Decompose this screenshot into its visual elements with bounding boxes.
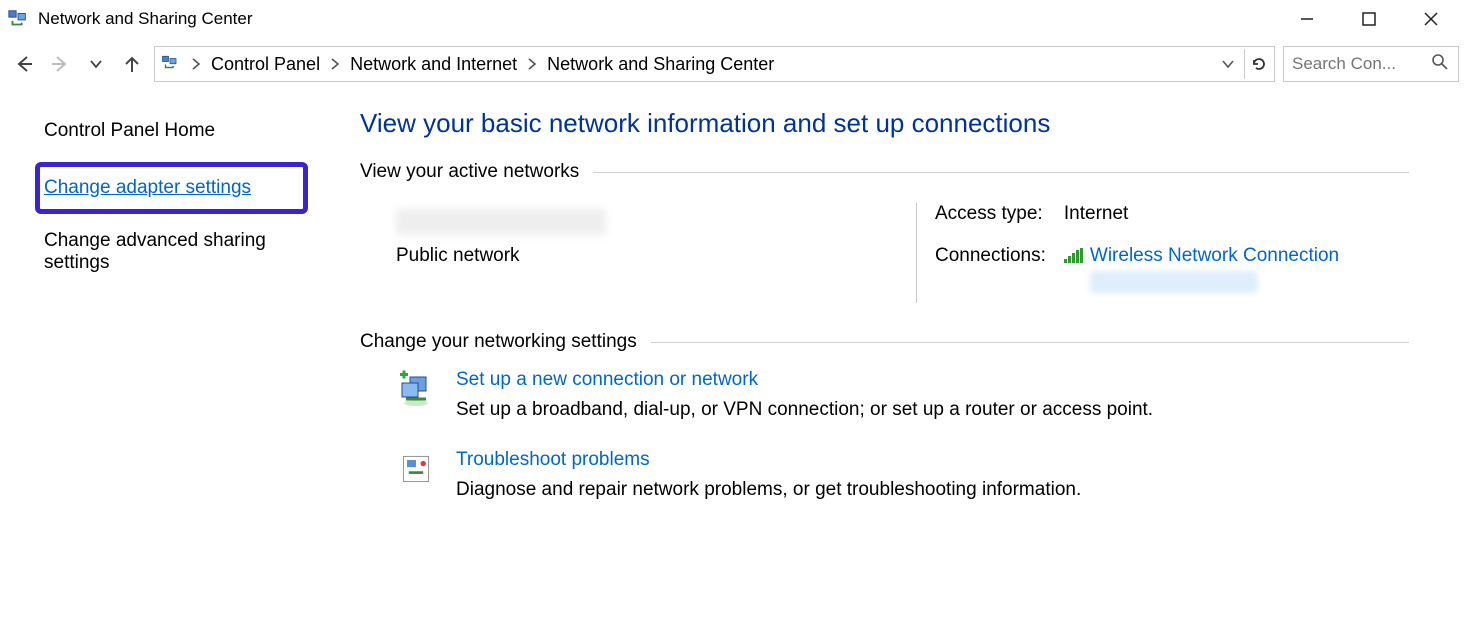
address-bar[interactable]: Control Panel Network and Internet Netwo… — [154, 46, 1275, 82]
access-type-value: Internet — [1064, 203, 1339, 225]
wifi-signal-icon — [1064, 248, 1084, 264]
section-header-active-networks: View your active networks — [360, 161, 1409, 183]
search-box[interactable] — [1283, 46, 1459, 82]
search-icon[interactable] — [1432, 54, 1450, 75]
breadcrumb-label: Control Panel — [205, 52, 326, 77]
back-button[interactable] — [10, 50, 38, 78]
troubleshoot-icon — [396, 449, 436, 489]
troubleshoot-desc: Diagnose and repair network problems, or… — [456, 479, 1081, 501]
setup-connection-link[interactable]: Set up a new connection or network — [456, 369, 1153, 391]
setup-connection-icon — [396, 369, 436, 409]
sidebar: Control Panel Home Change adapter settin… — [0, 108, 360, 529]
section-title: View your active networks — [360, 161, 579, 183]
recent-locations-button[interactable] — [82, 50, 110, 78]
highlight-box: Change adapter settings — [35, 162, 308, 214]
network-type: Public network — [396, 245, 916, 267]
page-heading: View your basic network information and … — [360, 108, 1409, 139]
close-button[interactable] — [1417, 5, 1445, 33]
divider — [593, 172, 1409, 173]
window-controls — [1293, 5, 1463, 33]
connection-detail-redacted — [1090, 271, 1258, 293]
access-type-label: Access type: — [935, 203, 1046, 225]
search-input[interactable] — [1292, 54, 1412, 74]
breadcrumb-separator-icon[interactable] — [326, 57, 344, 71]
minimize-button[interactable] — [1293, 5, 1321, 33]
breadcrumb-label: Network and Internet — [344, 52, 523, 77]
breadcrumb-label: Network and Sharing Center — [541, 52, 780, 77]
breadcrumb-item-network-sharing[interactable]: Network and Sharing Center — [541, 52, 780, 77]
window-titlebar: Network and Sharing Center — [0, 0, 1469, 38]
active-network-panel: Public network Access type: Internet Con… — [360, 199, 1409, 331]
connection-link[interactable]: Wireless Network Connection — [1090, 245, 1339, 267]
divider — [651, 342, 1409, 343]
breadcrumb-item-network-internet[interactable]: Network and Internet — [344, 52, 523, 77]
window-title: Network and Sharing Center — [38, 9, 253, 29]
refresh-button[interactable] — [1244, 49, 1272, 79]
vertical-divider — [916, 203, 917, 303]
main-content: View your basic network information and … — [360, 108, 1469, 529]
network-center-icon — [6, 7, 30, 31]
network-name-redacted — [396, 209, 606, 235]
section-title: Change your networking settings — [360, 331, 637, 353]
section-header-change-settings: Change your networking settings — [360, 331, 1409, 353]
maximize-button[interactable] — [1355, 5, 1383, 33]
network-center-icon — [161, 54, 181, 74]
setup-connection-item: Set up a new connection or network Set u… — [396, 369, 1409, 421]
forward-button[interactable] — [46, 50, 74, 78]
connections-label: Connections: — [935, 245, 1046, 267]
sidebar-link-change-adapter[interactable]: Change adapter settings — [44, 177, 251, 199]
troubleshoot-link[interactable]: Troubleshoot problems — [456, 449, 1081, 471]
sidebar-link-change-advanced[interactable]: Change advanced sharing settings — [44, 230, 336, 274]
breadcrumb-item-control-panel[interactable]: Control Panel — [205, 52, 326, 77]
navigation-bar: Control Panel Network and Internet Netwo… — [0, 38, 1469, 90]
troubleshoot-item: Troubleshoot problems Diagnose and repai… — [396, 449, 1409, 501]
breadcrumb-separator-icon[interactable] — [523, 57, 541, 71]
address-dropdown-button[interactable] — [1214, 49, 1242, 79]
up-button[interactable] — [118, 50, 146, 78]
setup-connection-desc: Set up a broadband, dial-up, or VPN conn… — [456, 399, 1153, 421]
breadcrumb-separator-icon[interactable] — [187, 57, 205, 71]
sidebar-link-control-panel-home[interactable]: Control Panel Home — [44, 120, 336, 142]
